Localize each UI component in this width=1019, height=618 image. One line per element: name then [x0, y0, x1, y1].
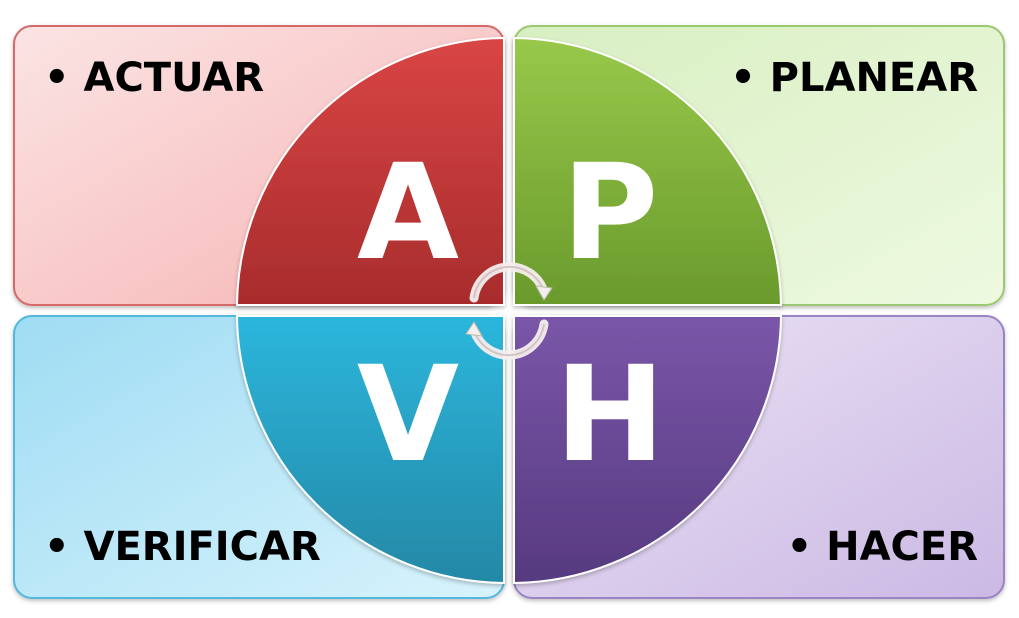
planear-letter: P	[562, 136, 659, 290]
hacer-label: • HACER	[787, 524, 978, 570]
actuar-label: • ACTUAR	[44, 55, 264, 101]
pdca-diagram: • ACTUAR • PLANEAR • VERIFICAR • HACER A…	[0, 0, 1019, 618]
verificar-letter: V	[357, 338, 459, 492]
actuar-letter: A	[357, 136, 459, 290]
planear-label: • PLANEAR	[730, 55, 978, 101]
hacer-letter: H	[555, 338, 665, 492]
cycle-arrows-icon	[465, 262, 553, 360]
verificar-label: • VERIFICAR	[44, 524, 321, 570]
pdca-cycle-graphic: • ACTUAR • PLANEAR • VERIFICAR • HACER A…	[13, 25, 1005, 599]
